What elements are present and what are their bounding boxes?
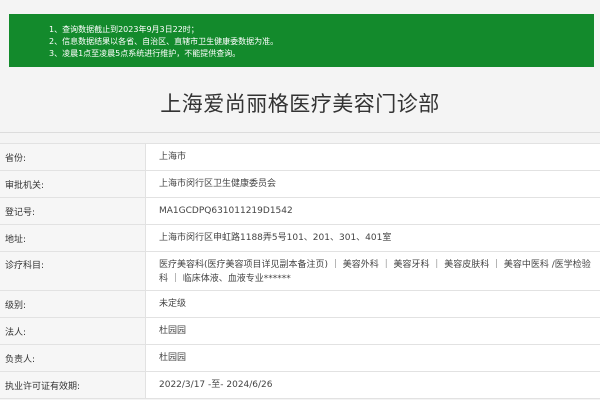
detail-row-license-validity: 执业许可证有效期: 2022/3/17 -至- 2024/6/26 xyxy=(0,372,600,399)
details-table: 省份: 上海市 审批机关: 上海市闵行区卫生健康委员会 登记号: MA1GCDP… xyxy=(0,143,600,399)
detail-row-province: 省份: 上海市 xyxy=(0,144,600,171)
detail-row-approval-authority: 审批机关: 上海市闵行区卫生健康委员会 xyxy=(0,171,600,198)
detail-label: 地址: xyxy=(0,225,146,251)
detail-row-departments: 诊疗科目: 医疗美容科(医疗美容项目详见副本备注页) ｜ 美容外科 ｜ 美容牙科… xyxy=(0,252,600,291)
detail-row-address: 地址: 上海市闵行区申虹路1188弄5号101、201、301、401室 xyxy=(0,225,600,252)
divider xyxy=(0,132,600,133)
detail-label: 登记号: xyxy=(0,198,146,224)
detail-value: 上海市闵行区申虹路1188弄5号101、201、301、401室 xyxy=(159,233,392,243)
detail-label: 法人: xyxy=(0,318,146,344)
detail-value: 上海市闵行区卫生健康委员会 xyxy=(159,179,277,189)
detail-label: 级别: xyxy=(0,291,146,317)
detail-value: 医疗美容科(医疗美容项目详见副本备注页) ｜ 美容外科 ｜ 美容牙科 ｜ 美容皮… xyxy=(159,260,591,284)
detail-label: 负责人: xyxy=(0,345,146,371)
detail-value: 上海市 xyxy=(159,152,187,162)
notice-line: 1、查询数据截止到2023年9月3日22时； xyxy=(49,25,199,34)
detail-row-registration-number: 登记号: MA1GCDPQ631011219D1542 xyxy=(0,198,600,225)
detail-label: 审批机关: xyxy=(0,171,146,197)
detail-value: 杜园园 xyxy=(159,326,187,336)
detail-row-person-in-charge: 负责人: 杜园园 xyxy=(0,345,600,372)
detail-value: 2022/3/17 -至- 2024/6/26 xyxy=(159,380,273,390)
notice-line: 2、信息数据结果以各省、自治区、直辖市卫生健康委数据为准。 xyxy=(49,37,279,46)
detail-label: 诊疗科目: xyxy=(0,252,146,290)
detail-label: 省份: xyxy=(0,144,146,170)
detail-label: 执业许可证有效期: xyxy=(0,372,146,398)
detail-value: 未定级 xyxy=(159,299,187,309)
notice-banner: 1、查询数据截止到2023年9月3日22时； 2、信息数据结果以各省、自治区、直… xyxy=(9,14,594,67)
detail-row-legal-person: 法人: 杜园园 xyxy=(0,318,600,345)
detail-value: MA1GCDPQ631011219D1542 xyxy=(159,206,293,216)
notice-line: 3、凌晨1点至凌晨5点系统进行维护，不能提供查询。 xyxy=(49,49,241,58)
detail-row-level: 级别: 未定级 xyxy=(0,291,600,318)
page-title: 上海爱尚丽格医疗美容门诊部 xyxy=(160,92,440,116)
detail-value: 杜园园 xyxy=(159,353,187,363)
